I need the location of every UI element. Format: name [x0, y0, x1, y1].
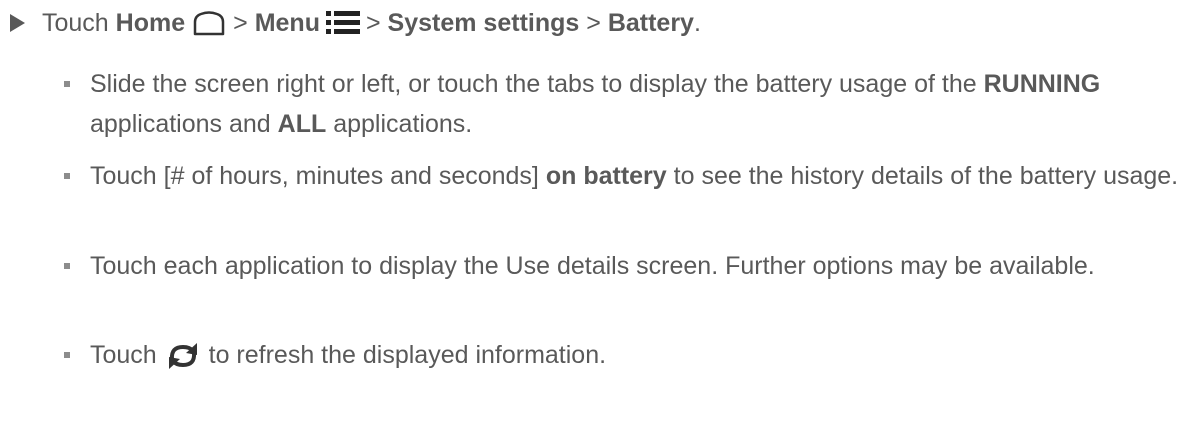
bullet-text: Slide the screen right or left, or touch… [90, 70, 977, 98]
bullet-text: applications and [90, 110, 271, 138]
all-label: ALL [277, 110, 327, 138]
step-battery: Battery [607, 8, 694, 37]
step-arrow-icon [10, 14, 25, 32]
bullet-text: Touch [90, 341, 157, 369]
home-icon [193, 11, 225, 36]
instruction-step: Touch Home > Menu > System settings > Ba… [10, 0, 1190, 46]
on-battery-label: on battery [545, 162, 667, 190]
list-item: Touch to refresh the displayed informati… [90, 335, 1180, 375]
bullet-marker [64, 81, 70, 87]
refresh-icon [168, 343, 197, 370]
bullet-marker [64, 352, 70, 358]
list-item: Touch [# of hours, minutes and seconds] … [90, 156, 1180, 196]
list-item: Slide the screen right or left, or touch… [90, 64, 1180, 144]
bullet-marker [64, 173, 70, 179]
step-separator: > [365, 8, 381, 37]
step-period: . [693, 8, 701, 37]
step-menu: Menu [254, 8, 320, 37]
bullet-text: Touch [# of hours, minutes and seconds] [90, 162, 539, 190]
running-label: RUNNING [983, 70, 1101, 98]
menu-icon [325, 11, 360, 34]
step-system-settings: System settings [387, 8, 580, 37]
step-touch: Touch [42, 8, 109, 37]
step-separator: > [586, 8, 601, 37]
bullet-text: applications. [333, 110, 473, 138]
bullet-text: Touch each application to display the Us… [90, 252, 1095, 280]
bullet-text: to refresh the displayed information. [208, 341, 607, 369]
bullet-text: to see the history details of the batter… [673, 162, 1179, 190]
step-home: Home [115, 8, 186, 37]
step-separator: > [233, 8, 248, 37]
bullet-marker [64, 263, 70, 269]
list-item: Touch each application to display the Us… [90, 246, 1180, 286]
